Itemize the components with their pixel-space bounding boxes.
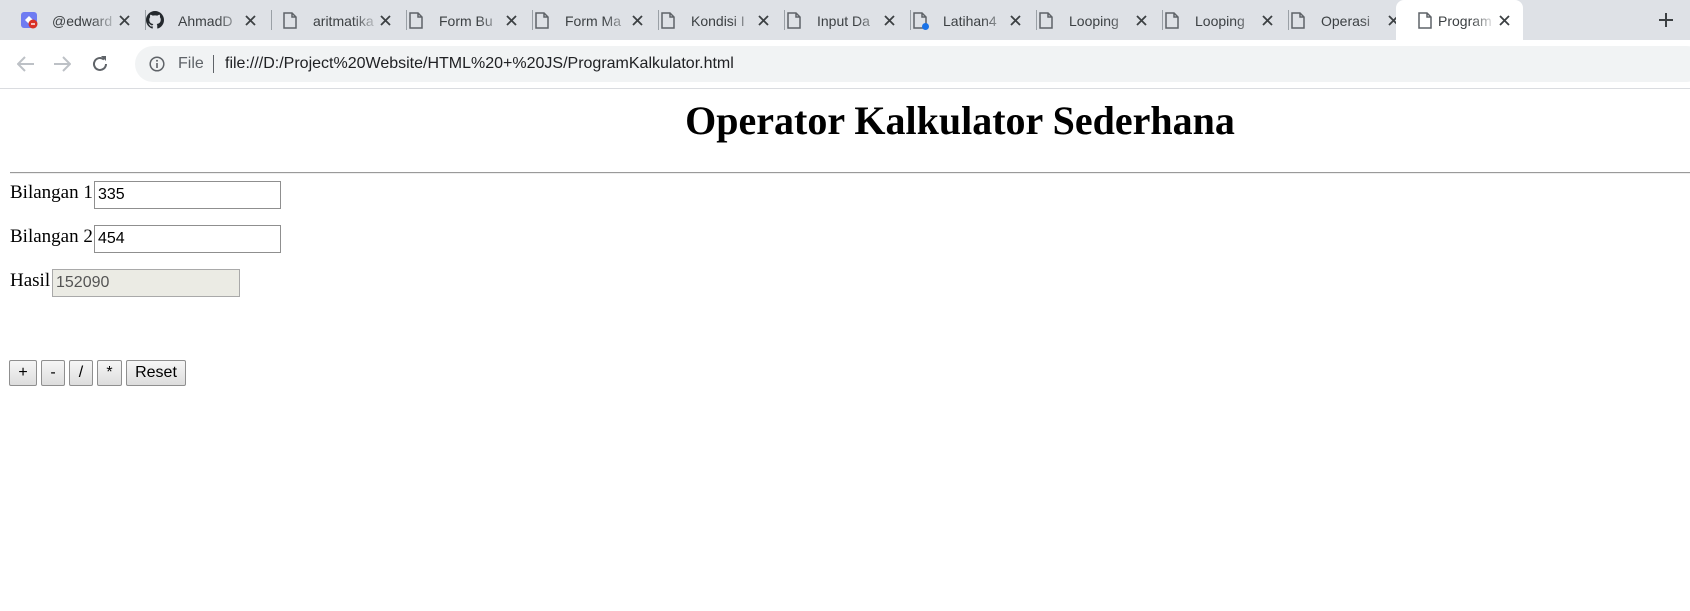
tab-title: @edward xyxy=(52,13,113,29)
address-bar[interactable]: File file:///D:/Project%20Website/HTML%2… xyxy=(135,46,1690,82)
tab-title: Looping xyxy=(1195,13,1245,29)
browser-toolbar: File file:///D:/Project%20Website/HTML%2… xyxy=(0,40,1690,89)
forward-button[interactable] xyxy=(50,52,74,76)
info-icon[interactable] xyxy=(149,56,165,72)
document-icon xyxy=(1289,11,1307,29)
divide-button[interactable]: / xyxy=(69,360,93,386)
close-icon[interactable] xyxy=(242,12,258,28)
tab-10[interactable]: Looping xyxy=(1143,0,1289,40)
tab-8[interactable]: Latihan4 xyxy=(891,0,1037,40)
tab-title: Form Ma xyxy=(565,13,621,29)
github-icon xyxy=(146,11,164,29)
tab-12-active[interactable]: Program xyxy=(1396,0,1523,40)
add-button[interactable]: + xyxy=(9,360,37,386)
app-badge-icon xyxy=(20,11,38,29)
document-icon xyxy=(281,11,299,29)
tab-3[interactable]: aritmatika xyxy=(261,0,407,40)
document-icon xyxy=(1416,11,1434,29)
tab-title: Kondisi I xyxy=(691,13,745,29)
tab-title: aritmatika xyxy=(313,13,374,29)
notification-dot-icon xyxy=(922,23,929,30)
tab-title: Operasi xyxy=(1321,13,1371,29)
bilangan1-label: Bilangan 1 xyxy=(10,182,93,203)
document-icon xyxy=(407,11,425,29)
multiply-button[interactable]: * xyxy=(97,360,122,386)
bilangan1-input[interactable]: 335 xyxy=(94,181,281,209)
scheme-label: File xyxy=(178,55,204,72)
document-icon xyxy=(1163,11,1181,29)
tab-4[interactable]: Form Bu xyxy=(387,0,533,40)
document-icon xyxy=(785,11,803,29)
bilangan2-label: Bilangan 2 xyxy=(10,226,93,247)
tab-title: Form Bu xyxy=(439,13,493,29)
close-icon[interactable] xyxy=(1496,12,1512,28)
new-tab-button[interactable] xyxy=(1655,9,1677,31)
tab-2[interactable]: AhmadD xyxy=(126,0,272,40)
reset-button[interactable]: Reset xyxy=(126,360,186,386)
tab-6[interactable]: Kondisi I xyxy=(639,0,785,40)
tab-title: Input Da xyxy=(817,13,870,29)
scheme-separator xyxy=(213,55,214,73)
document-icon xyxy=(1037,11,1055,29)
reload-button[interactable] xyxy=(88,52,112,76)
tab-title: Looping xyxy=(1069,13,1119,29)
tab-1[interactable]: @edward xyxy=(0,0,146,40)
bilangan2-input[interactable]: 454 xyxy=(94,225,281,253)
document-icon xyxy=(533,11,551,29)
tab-9[interactable]: Looping xyxy=(1017,0,1163,40)
tab-strip: @edward AhmadD aritmatika Form Bu Form M… xyxy=(0,0,1690,40)
page-content: Operator Kalkulator Sederhana Bilangan 1… xyxy=(0,89,1690,611)
tab-5[interactable]: Form Ma xyxy=(513,0,659,40)
page-title: Operator Kalkulator Sederhana xyxy=(685,98,1235,143)
tab-11[interactable]: Operasi xyxy=(1269,0,1415,40)
url-text[interactable]: file:///D:/Project%20Website/HTML%20+%20… xyxy=(225,54,734,74)
document-icon xyxy=(911,11,929,30)
subtract-button[interactable]: - xyxy=(41,360,65,386)
tab-7[interactable]: Input Da xyxy=(765,0,911,40)
tab-title: AhmadD xyxy=(178,13,233,29)
tab-title: Program xyxy=(1438,13,1492,29)
document-icon xyxy=(659,11,677,29)
hasil-label: Hasil xyxy=(10,270,51,291)
horizontal-rule xyxy=(10,172,1690,174)
tab-title: Latihan4 xyxy=(943,13,997,29)
back-button[interactable] xyxy=(14,52,38,76)
hasil-output: 152090 xyxy=(52,269,240,297)
